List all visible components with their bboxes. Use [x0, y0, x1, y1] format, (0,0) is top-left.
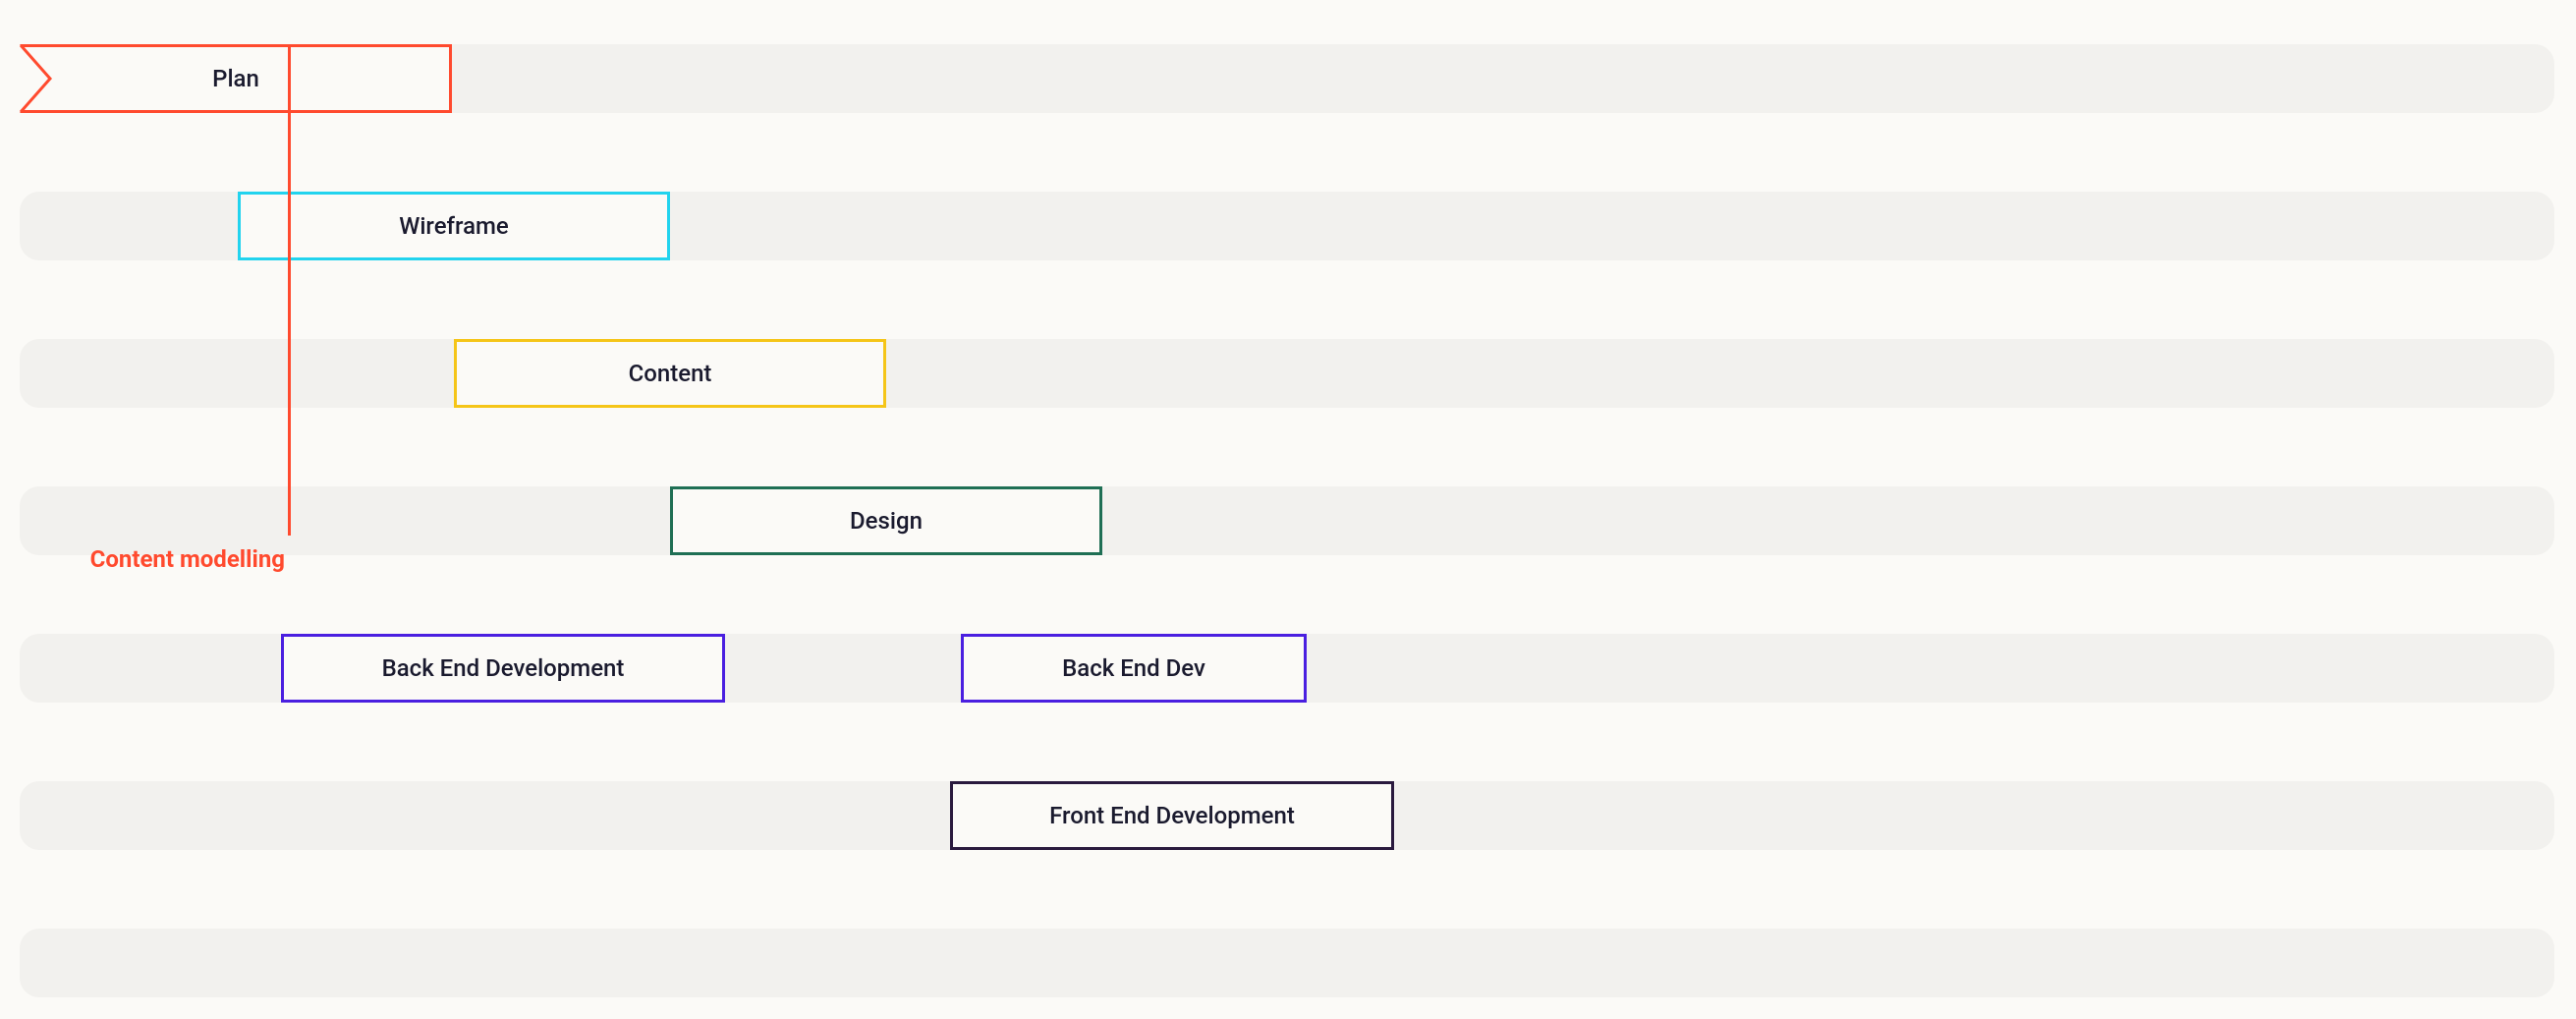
gantt-track: [20, 486, 2554, 555]
gantt-track: [20, 339, 2554, 408]
task-label: Design: [850, 507, 923, 535]
task-label: Back End Development: [382, 654, 625, 682]
content-modelling-marker-label: Content modelling: [39, 545, 285, 573]
task-plan: Plan: [20, 44, 452, 113]
task-design: Design: [670, 486, 1102, 555]
task-label: Wireframe: [399, 212, 509, 240]
task-label: Content: [629, 360, 712, 387]
task-frontend-dev: Front End Development: [950, 781, 1394, 850]
task-label: Front End Development: [1049, 802, 1295, 829]
task-backend-dev-2: Back End Dev: [961, 634, 1307, 703]
task-content: Content: [454, 339, 886, 408]
task-label: Plan: [212, 65, 259, 92]
task-label: Back End Dev: [1062, 654, 1205, 682]
plan-chevron-border: [20, 44, 52, 113]
gantt-track: [20, 929, 2554, 997]
content-modelling-marker-line: [288, 44, 291, 536]
task-wireframe: Wireframe: [238, 192, 670, 260]
task-backend-dev-1: Back End Development: [281, 634, 725, 703]
